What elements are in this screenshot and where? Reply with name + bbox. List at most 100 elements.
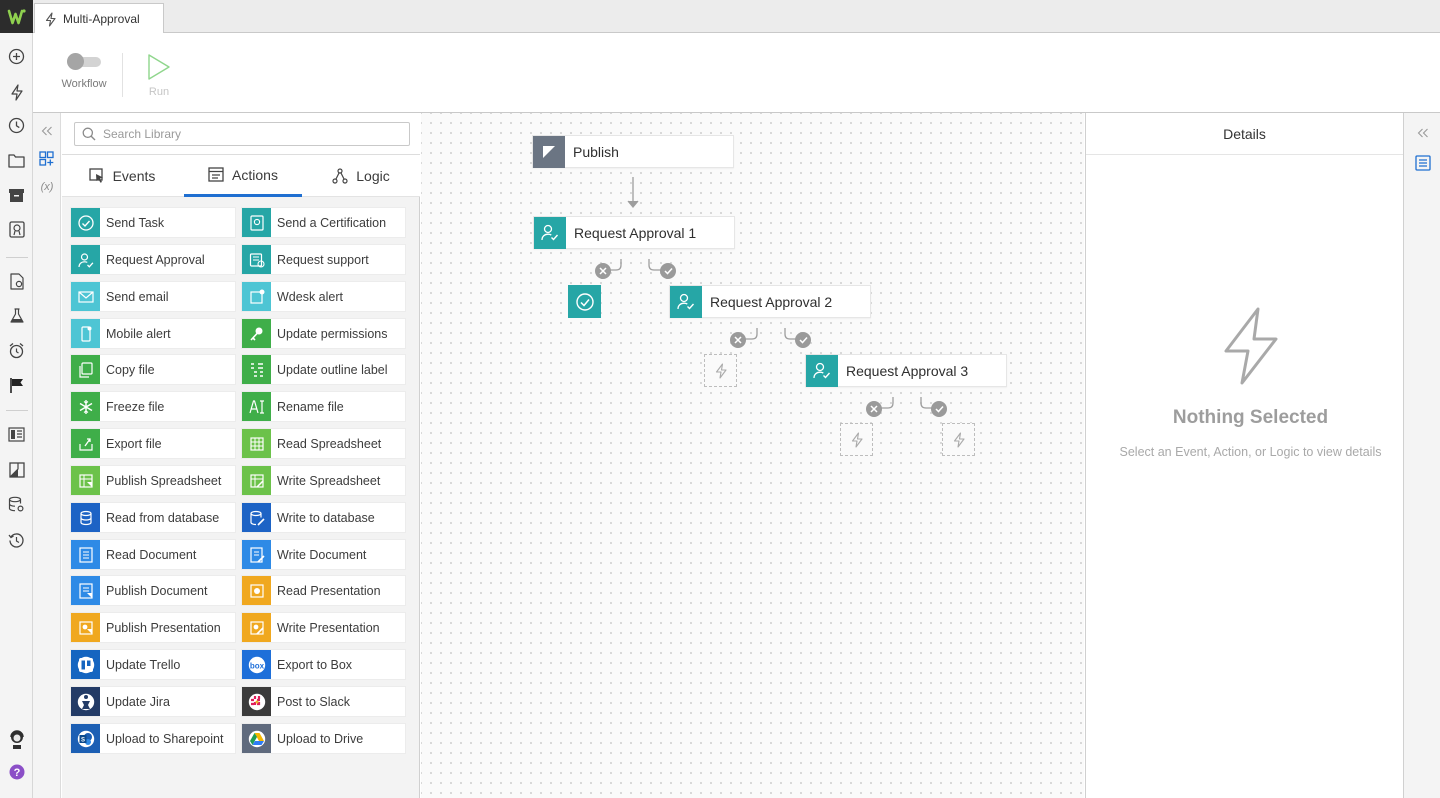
node-publish[interactable]: Publish bbox=[532, 135, 734, 168]
alarm-clock-icon[interactable] bbox=[6, 340, 27, 361]
approve-branch-icon[interactable] bbox=[660, 263, 676, 279]
event-cursor-icon bbox=[88, 168, 103, 183]
action-label: Freeze file bbox=[106, 399, 165, 414]
action-item-mobile-alert[interactable]: Mobile alert bbox=[70, 318, 236, 349]
database-settings-icon[interactable] bbox=[6, 494, 27, 515]
variables-icon[interactable]: (x) bbox=[37, 177, 57, 197]
action-item-publish-presentation[interactable]: Publish Presentation bbox=[70, 612, 236, 643]
action-label: Request Approval bbox=[106, 252, 205, 267]
file-settings-icon[interactable] bbox=[6, 271, 27, 292]
action-label: Wdesk alert bbox=[277, 289, 343, 304]
action-label: Publish Spreadsheet bbox=[106, 473, 222, 488]
library-panel-icon[interactable] bbox=[37, 148, 57, 168]
certification-nav-icon[interactable] bbox=[6, 219, 27, 240]
action-item-write-presentation[interactable]: Write Presentation bbox=[241, 612, 406, 643]
action-item-export-to-box[interactable]: box Export to Box bbox=[241, 649, 406, 680]
workflow-canvas[interactable]: Publish Request Approval 1 Request Appro… bbox=[421, 113, 1084, 798]
action-item-send-a-certification[interactable]: Send a Certification bbox=[241, 207, 406, 238]
action-item-freeze-file[interactable]: Freeze file bbox=[70, 391, 236, 422]
panel-subrail: (x) bbox=[33, 113, 61, 798]
create-new-icon[interactable] bbox=[6, 46, 27, 67]
reject-branch-icon[interactable] bbox=[595, 263, 611, 279]
action-item-send-email[interactable]: Send email bbox=[70, 281, 236, 312]
archive-icon[interactable] bbox=[6, 185, 27, 206]
reject-branch-icon[interactable] bbox=[866, 401, 882, 417]
action-item-export-file[interactable]: Export file bbox=[70, 428, 236, 459]
action-item-upload-to-drive[interactable]: Upload to Drive bbox=[241, 723, 406, 754]
action-item-publish-document[interactable]: Publish Document bbox=[70, 575, 236, 606]
tab-multi-approval[interactable]: Multi-Approval bbox=[34, 3, 164, 34]
tab-events[interactable]: Events bbox=[62, 155, 182, 197]
dashboard-icon[interactable] bbox=[6, 424, 27, 445]
node-request-approval-2[interactable]: Request Approval 2 bbox=[669, 285, 871, 318]
lightning-icon bbox=[45, 11, 56, 27]
action-item-write-document[interactable]: Write Document bbox=[241, 539, 406, 570]
details-list-icon[interactable] bbox=[1413, 153, 1433, 173]
flag-icon[interactable] bbox=[6, 375, 27, 396]
action-item-write-spreadsheet[interactable]: Write Spreadsheet bbox=[241, 465, 406, 496]
action-item-read-presentation[interactable]: Read Presentation bbox=[241, 575, 406, 606]
workflow-toggle[interactable]: Workflow bbox=[54, 51, 114, 90]
action-item-copy-file[interactable]: Copy file bbox=[70, 354, 236, 385]
mobile-icon bbox=[71, 319, 100, 348]
run-button[interactable]: Run bbox=[129, 51, 189, 98]
recent-clock-icon[interactable] bbox=[6, 115, 27, 136]
global-nav-rail: ? bbox=[0, 0, 33, 798]
folder-icon[interactable] bbox=[6, 150, 27, 171]
support-person-icon[interactable] bbox=[6, 729, 27, 750]
send-task-node-icon[interactable] bbox=[568, 285, 601, 318]
action-item-read-document[interactable]: Read Document bbox=[70, 539, 236, 570]
slack-icon bbox=[242, 687, 271, 716]
reject-branch-icon[interactable] bbox=[730, 332, 746, 348]
action-item-read-from-database[interactable]: Read from database bbox=[70, 502, 236, 533]
approve-branch-icon[interactable] bbox=[931, 401, 947, 417]
action-item-upload-to-sharepoint[interactable]: S Upload to Sharepoint bbox=[70, 723, 236, 754]
action-item-send-task[interactable]: Send Task bbox=[70, 207, 236, 238]
action-label: Update outline label bbox=[277, 362, 388, 377]
workflow-switch[interactable] bbox=[67, 53, 101, 70]
action-label: Publish Document bbox=[106, 583, 208, 598]
action-item-update-permissions[interactable]: Update permissions bbox=[241, 318, 406, 349]
collapse-left-icon[interactable] bbox=[37, 121, 57, 141]
database-icon bbox=[71, 503, 100, 532]
node-request-approval-3[interactable]: Request Approval 3 bbox=[805, 354, 1007, 387]
action-item-request-support[interactable]: Request support bbox=[241, 244, 406, 275]
action-item-update-trello[interactable]: Update Trello bbox=[70, 649, 236, 680]
action-item-read-spreadsheet[interactable]: Read Spreadsheet bbox=[241, 428, 406, 459]
tab-logic[interactable]: Logic bbox=[302, 155, 420, 197]
action-item-update-outline-label[interactable]: Update outline label bbox=[241, 354, 406, 385]
tab-strip: Multi-Approval bbox=[33, 0, 1440, 34]
action-label: Copy file bbox=[106, 362, 155, 377]
empty-action-slot[interactable] bbox=[840, 423, 873, 456]
flask-icon[interactable] bbox=[6, 305, 27, 326]
action-item-write-to-database[interactable]: Write to database bbox=[241, 502, 406, 533]
search-library-input[interactable] bbox=[103, 127, 393, 141]
action-item-update-jira[interactable]: Update Jira bbox=[70, 686, 236, 717]
workiva-logo[interactable] bbox=[0, 0, 33, 33]
action-item-publish-spreadsheet[interactable]: Publish Spreadsheet bbox=[70, 465, 236, 496]
node-label: Request Approval 2 bbox=[710, 293, 833, 310]
empty-action-slot[interactable] bbox=[942, 423, 975, 456]
history-icon[interactable] bbox=[6, 530, 27, 551]
action-label: Update Trello bbox=[106, 657, 181, 672]
action-label: Upload to Drive bbox=[277, 731, 364, 746]
snowflake-icon bbox=[71, 392, 100, 421]
action-item-post-to-slack[interactable]: Post to Slack bbox=[241, 686, 406, 717]
action-item-wdesk-alert[interactable]: Wdesk alert bbox=[241, 281, 406, 312]
lightning-nav-icon[interactable] bbox=[6, 82, 27, 103]
collapse-right-icon[interactable] bbox=[1413, 123, 1433, 143]
spreadsheet-icon bbox=[242, 429, 271, 458]
rename-icon bbox=[242, 392, 271, 421]
approve-branch-icon[interactable] bbox=[795, 332, 811, 348]
action-label: Write Spreadsheet bbox=[277, 473, 381, 488]
node-request-approval-1[interactable]: Request Approval 1 bbox=[533, 216, 735, 249]
certification-icon bbox=[242, 208, 271, 237]
action-item-rename-file[interactable]: Rename file bbox=[241, 391, 406, 422]
help-icon[interactable]: ? bbox=[6, 761, 27, 782]
action-item-request-approval[interactable]: Request Approval bbox=[70, 244, 236, 275]
empty-action-slot[interactable] bbox=[704, 354, 737, 387]
tab-actions[interactable]: Actions bbox=[184, 155, 302, 197]
empty-state-subtitle: Select an Event, Action, or Logic to vie… bbox=[1119, 445, 1382, 459]
book-icon[interactable] bbox=[6, 459, 27, 480]
details-panel: Details Nothing Selected Select an Event… bbox=[1085, 113, 1403, 798]
